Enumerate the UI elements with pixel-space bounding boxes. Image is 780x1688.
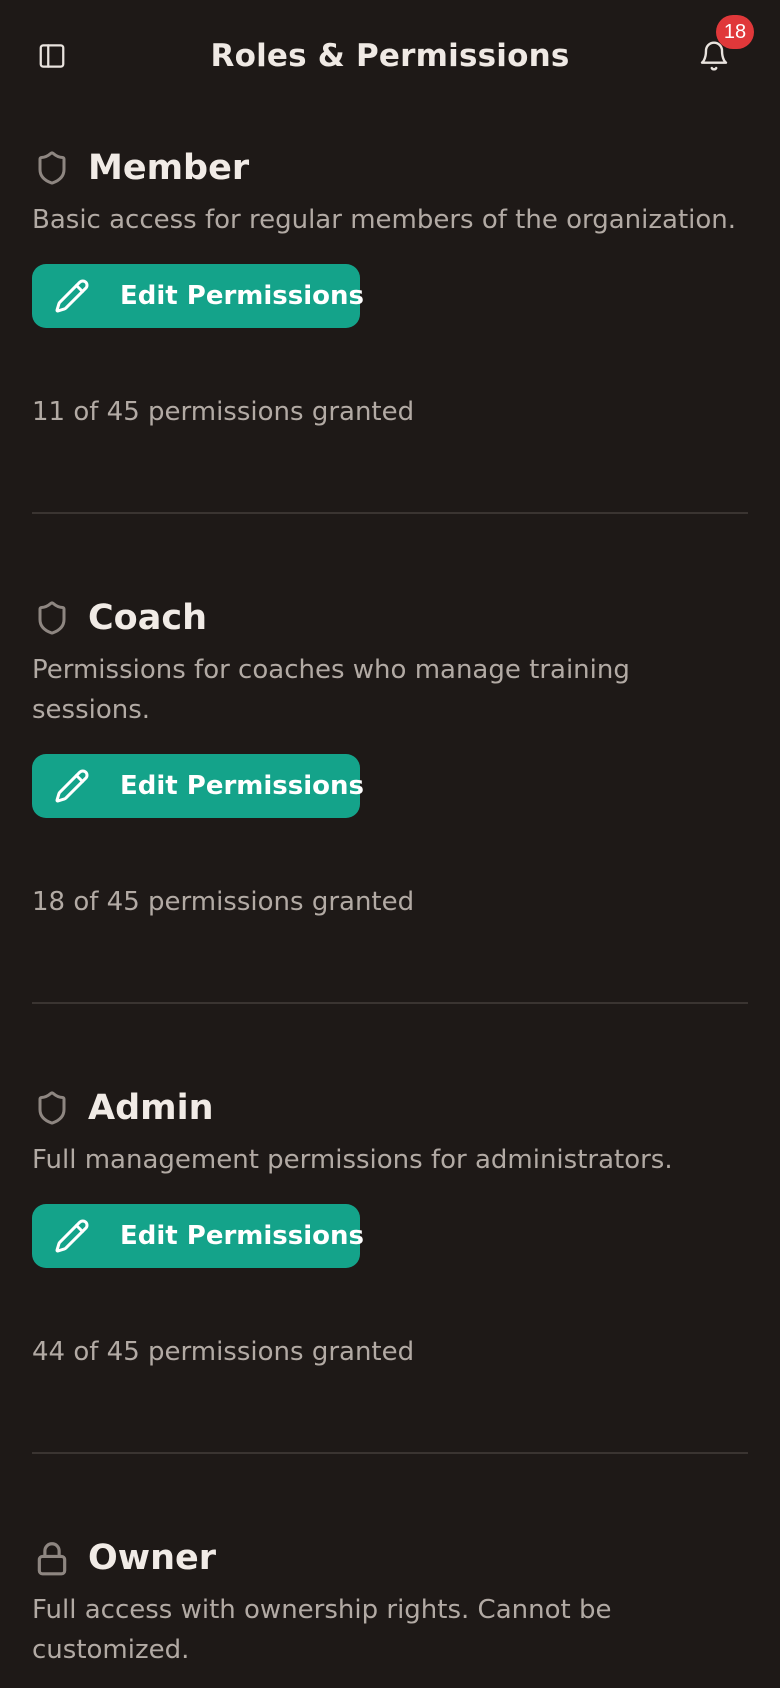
shield-icon xyxy=(32,1088,72,1128)
role-card-member: Member Basic access for regular members … xyxy=(32,144,748,444)
role-name: Owner xyxy=(88,1538,217,1578)
edit-permissions-label: Edit Permissions xyxy=(120,1221,364,1251)
edit-permissions-label: Edit Permissions xyxy=(120,281,364,311)
top-bar: Roles & Permissions 18 xyxy=(0,0,780,112)
role-header: Member xyxy=(32,144,748,192)
edit-permissions-button[interactable]: Edit Permissions xyxy=(32,754,364,818)
shield-icon xyxy=(32,148,72,188)
role-description: Full management permissions for administ… xyxy=(32,1145,673,1175)
role-name: Coach xyxy=(88,598,208,638)
lock-icon xyxy=(32,1538,72,1578)
role-card-owner: Owner Full access with ownership rights.… xyxy=(32,1534,748,1684)
permissions-granted-count: 11 of 45 permissions granted xyxy=(32,397,415,427)
role-description: Full access with ownership rights. Canno… xyxy=(32,1595,612,1665)
shield-icon xyxy=(32,598,72,638)
edit-permissions-button[interactable]: Edit Permissions xyxy=(32,1204,364,1268)
permissions-granted-count: 44 of 45 permissions granted xyxy=(32,1337,415,1367)
role-name: Member xyxy=(88,148,250,188)
edit-permissions-button[interactable]: Edit Permissions xyxy=(32,264,364,328)
edit-permissions-label: Edit Permissions xyxy=(120,771,364,801)
pencil-icon xyxy=(55,1219,89,1253)
divider xyxy=(32,512,748,514)
permissions-granted-count: 18 of 45 permissions granted xyxy=(32,887,415,917)
notification-count-badge: 18 xyxy=(716,15,754,49)
divider xyxy=(32,1452,748,1454)
role-name: Admin xyxy=(88,1088,214,1128)
pencil-icon xyxy=(55,769,89,803)
divider xyxy=(32,1002,748,1004)
role-header: Admin xyxy=(32,1084,748,1132)
role-description: Permissions for coaches who manage train… xyxy=(32,655,630,725)
role-header: Owner xyxy=(32,1534,748,1582)
role-card-admin: Admin Full management permissions for ad… xyxy=(32,1084,748,1384)
role-header: Coach xyxy=(32,594,748,642)
role-description: Basic access for regular members of the … xyxy=(32,205,737,235)
page-title: Roles & Permissions xyxy=(210,38,570,74)
pencil-icon xyxy=(55,279,89,313)
role-card-coach: Coach Permissions for coaches who manage… xyxy=(32,594,748,934)
